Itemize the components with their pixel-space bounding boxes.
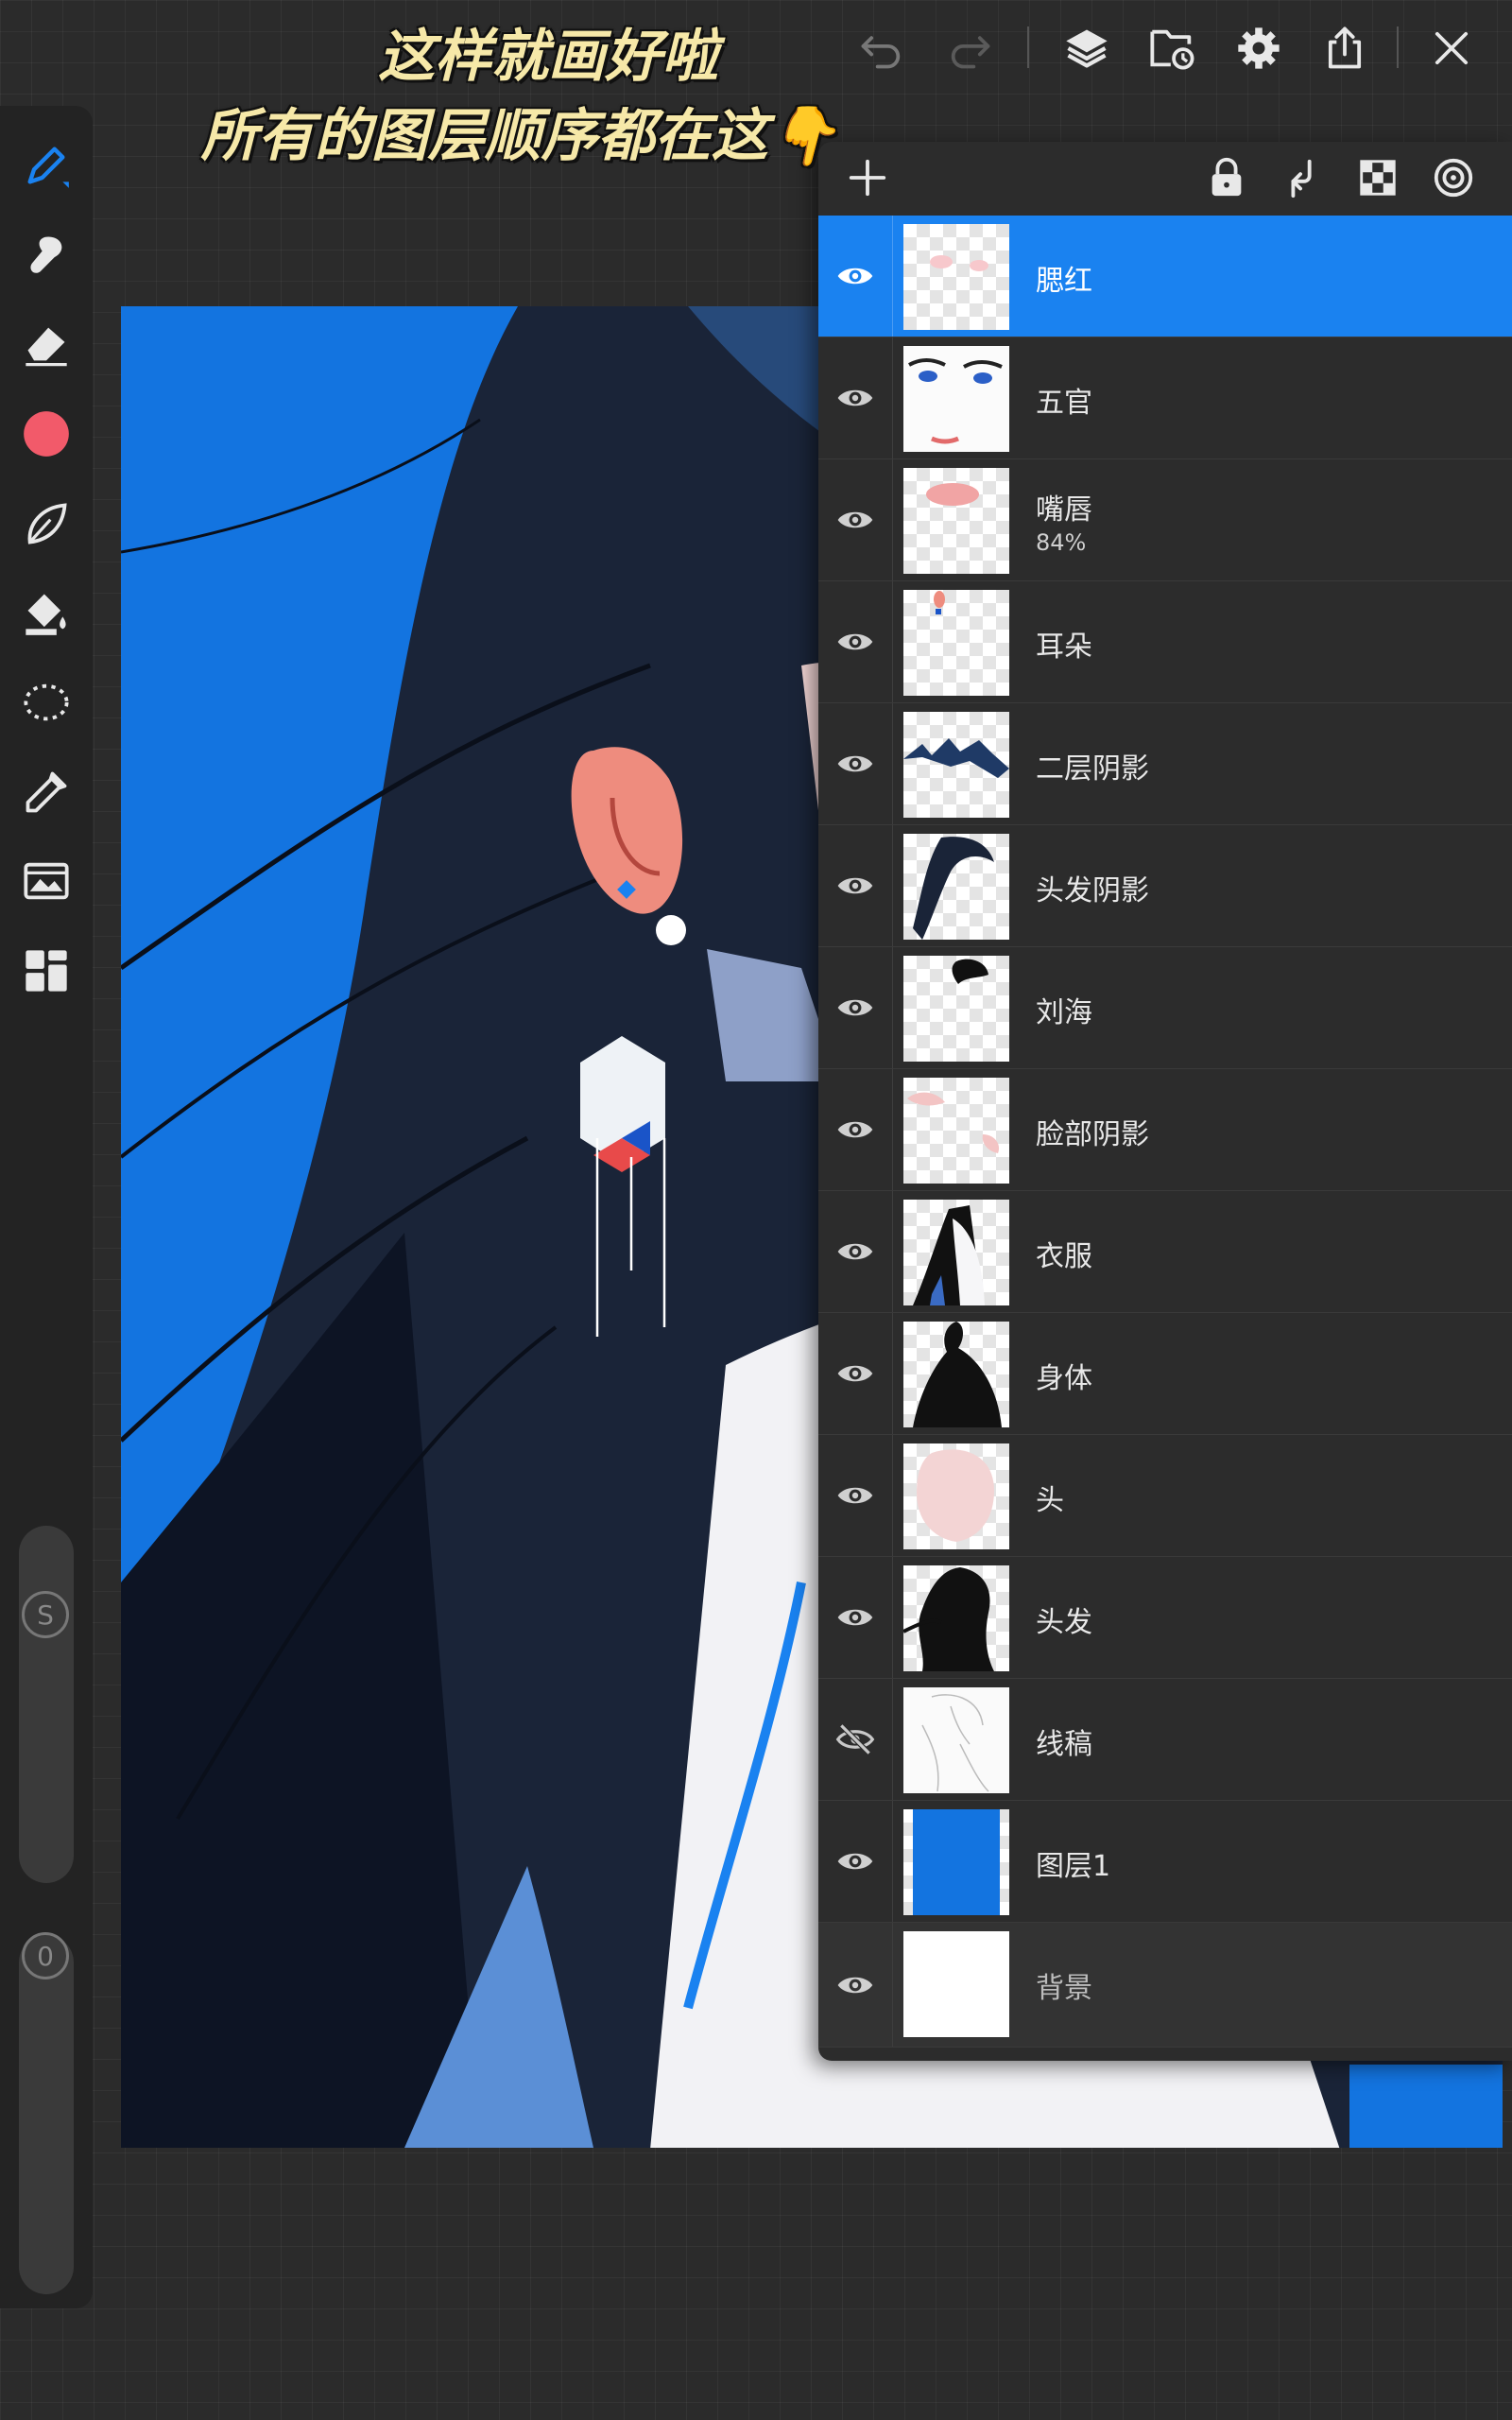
layer-name: 头 [1036, 1484, 1064, 1517]
layer-name: 身体 [1036, 1362, 1092, 1395]
toolbar-divider [1397, 26, 1399, 68]
merge-down-icon[interactable] [1276, 151, 1329, 204]
caption-line-1: 这样就画好啦 [378, 24, 718, 90]
layer-name: 刘海 [1036, 996, 1092, 1029]
layers-panel: 腮红 五官 嘴唇 84% 耳朵 二层阴影 头发阴影 刘海 脸部阴影 衣服 身体 … [818, 142, 1512, 2061]
layer-row-hair-shadow[interactable]: 头发阴影 [818, 825, 1512, 947]
layer-thumbnail [903, 1078, 1009, 1184]
layer-name: 二层阴影 [1036, 752, 1149, 786]
layer-row-features[interactable]: 五官 [818, 337, 1512, 459]
layer-row-clothes[interactable]: 衣服 [818, 1191, 1512, 1313]
opacity-slider[interactable] [19, 1935, 74, 2294]
layers-icon[interactable] [1054, 15, 1120, 81]
eye-icon[interactable] [818, 1923, 893, 2047]
layer-row-head[interactable]: 头 [818, 1435, 1512, 1557]
layer-thumbnail [903, 1565, 1009, 1671]
eye-icon[interactable] [818, 1801, 893, 1922]
eye-hidden-icon[interactable] [818, 1679, 893, 1800]
layer-name: 嘴唇 [1036, 493, 1092, 527]
layer-thumbnail [903, 834, 1009, 940]
eraser-icon[interactable] [18, 316, 75, 372]
layer-thumbnail [903, 346, 1009, 452]
layer-row-bangs[interactable]: 刘海 [818, 947, 1512, 1069]
alpha-lock-icon[interactable] [1351, 151, 1404, 204]
layer-thumbnail [903, 1443, 1009, 1549]
layer-name: 线稿 [1036, 1728, 1092, 1761]
layer-thumbnail [903, 1931, 1009, 2037]
adjustments-icon[interactable] [18, 853, 75, 909]
left-toolbar: S 0 [0, 106, 93, 2308]
eye-icon[interactable] [818, 581, 893, 702]
gallery-icon[interactable] [1140, 15, 1206, 81]
layer-thumbnail [903, 468, 1009, 574]
caption-overlay: 这样就画好啦 所有的图层顺序都在这👇 [0, 17, 1040, 176]
share-icon[interactable] [1312, 15, 1378, 81]
layer-list: 腮红 五官 嘴唇 84% 耳朵 二层阴影 头发阴影 刘海 脸部阴影 衣服 身体 … [818, 216, 1512, 2048]
brush-size-slider[interactable] [19, 1526, 74, 1883]
eye-icon[interactable] [818, 1557, 893, 1678]
layer-thumbnail [903, 712, 1009, 818]
layer-name: 脸部阴影 [1036, 1118, 1149, 1151]
layer-row-face-shadow[interactable]: 脸部阴影 [818, 1069, 1512, 1191]
layer-thumbnail [903, 1809, 1009, 1915]
layer-name: 背景 [1036, 1972, 1092, 2005]
layer-opacity: 84% [1036, 529, 1087, 556]
lock-icon[interactable] [1200, 151, 1253, 204]
layer-name: 图层1 [1036, 1850, 1111, 1883]
layer-row-blush[interactable]: 腮红 [818, 216, 1512, 337]
color-swatch[interactable] [18, 406, 75, 462]
layer-thumbnail [903, 224, 1009, 330]
caption-line-2: 所有的图层顺序都在这👇 [200, 103, 839, 169]
eye-icon[interactable] [818, 1435, 893, 1556]
eye-icon[interactable] [818, 825, 893, 946]
layer-thumbnail [903, 956, 1009, 1062]
eye-icon[interactable] [818, 216, 893, 337]
layer-name: 腮红 [1036, 265, 1092, 298]
grid-menu-icon[interactable] [18, 942, 75, 999]
eye-icon[interactable] [818, 459, 893, 580]
smudge-icon[interactable] [18, 227, 75, 284]
eye-icon[interactable] [818, 1313, 893, 1434]
eyedropper-icon[interactable] [18, 764, 75, 821]
eye-icon[interactable] [818, 703, 893, 824]
layer-row-background[interactable]: 背景 [818, 1923, 1512, 2048]
eye-icon[interactable] [818, 1191, 893, 1312]
layer-name: 五官 [1036, 387, 1092, 420]
fill-icon[interactable] [18, 584, 75, 641]
layer-row-layer1[interactable]: 图层1 [818, 1801, 1512, 1923]
layer-name: 头发阴影 [1036, 874, 1149, 908]
brush-size-knob[interactable]: S [22, 1591, 69, 1638]
lasso-select-icon[interactable] [18, 674, 75, 731]
close-icon[interactable] [1418, 15, 1485, 81]
layer-thumbnail [903, 1687, 1009, 1793]
layer-thumbnail [903, 1322, 1009, 1427]
layer-name: 衣服 [1036, 1240, 1092, 1273]
layer-row-lips[interactable]: 嘴唇 84% [818, 459, 1512, 581]
layer-row-hair[interactable]: 头发 [818, 1557, 1512, 1679]
layer-thumbnail [903, 1200, 1009, 1305]
layer-thumbnail [903, 590, 1009, 696]
layer-row-ear[interactable]: 耳朵 [818, 581, 1512, 703]
layer-name: 耳朵 [1036, 631, 1092, 664]
opacity-knob[interactable]: 0 [22, 1932, 69, 1979]
eye-icon[interactable] [818, 337, 893, 458]
layer-row-shadow-2[interactable]: 二层阴影 [818, 703, 1512, 825]
layer-name: 头发 [1036, 1606, 1092, 1639]
eye-icon[interactable] [818, 1069, 893, 1190]
eye-icon[interactable] [818, 947, 893, 1068]
settings-icon[interactable] [1226, 15, 1292, 81]
target-icon[interactable] [1427, 151, 1480, 204]
brush-library-icon[interactable] [18, 495, 75, 552]
layer-row-body[interactable]: 身体 [818, 1313, 1512, 1435]
layer-row-lineart[interactable]: 线稿 [818, 1679, 1512, 1801]
